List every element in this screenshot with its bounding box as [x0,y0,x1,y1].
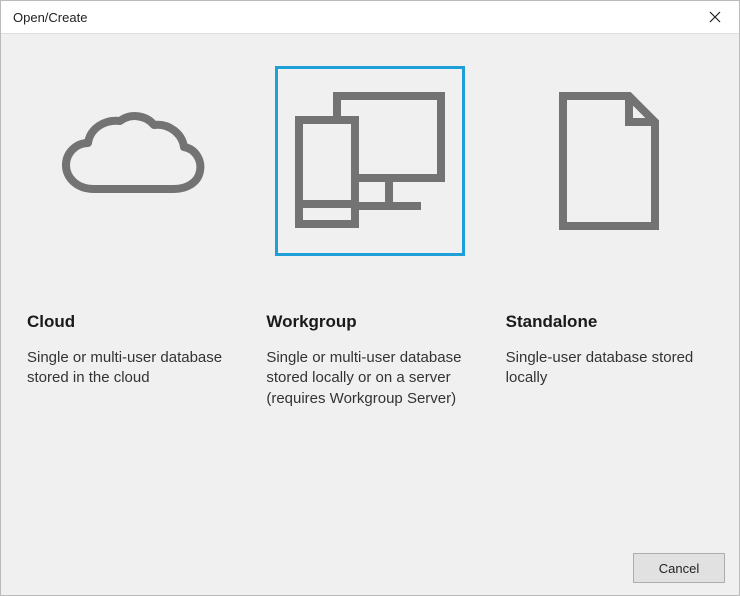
option-cloud[interactable]: Cloud Single or multi-user database stor… [11,66,250,525]
option-standalone-description: Single-user database stored locally [498,348,721,389]
option-standalone[interactable]: Standalone Single-user database stored l… [490,66,729,525]
dialog-footer: Cancel [633,553,725,583]
document-icon [549,86,669,236]
dialog-content: Cloud Single or multi-user database stor… [1,33,739,595]
close-icon [709,11,721,23]
option-cloud-iconbox [36,66,226,256]
option-workgroup-iconbox [275,66,465,256]
option-cloud-title: Cloud [19,312,75,332]
cloud-icon [56,111,206,211]
cancel-button[interactable]: Cancel [633,553,725,583]
open-create-dialog: Open/Create Cloud Single or multi-user d… [0,0,740,596]
option-workgroup[interactable]: Workgroup Single or multi-user database … [250,66,489,525]
close-button[interactable] [701,3,729,31]
option-cloud-description: Single or multi-user database stored in … [19,348,242,389]
option-standalone-title: Standalone [498,312,598,332]
option-workgroup-description: Single or multi-user database stored loc… [258,348,481,409]
workgroup-icon [285,76,455,246]
option-standalone-iconbox [514,66,704,256]
titlebar: Open/Create [1,1,739,33]
option-workgroup-title: Workgroup [258,312,356,332]
dialog-title: Open/Create [13,10,87,25]
